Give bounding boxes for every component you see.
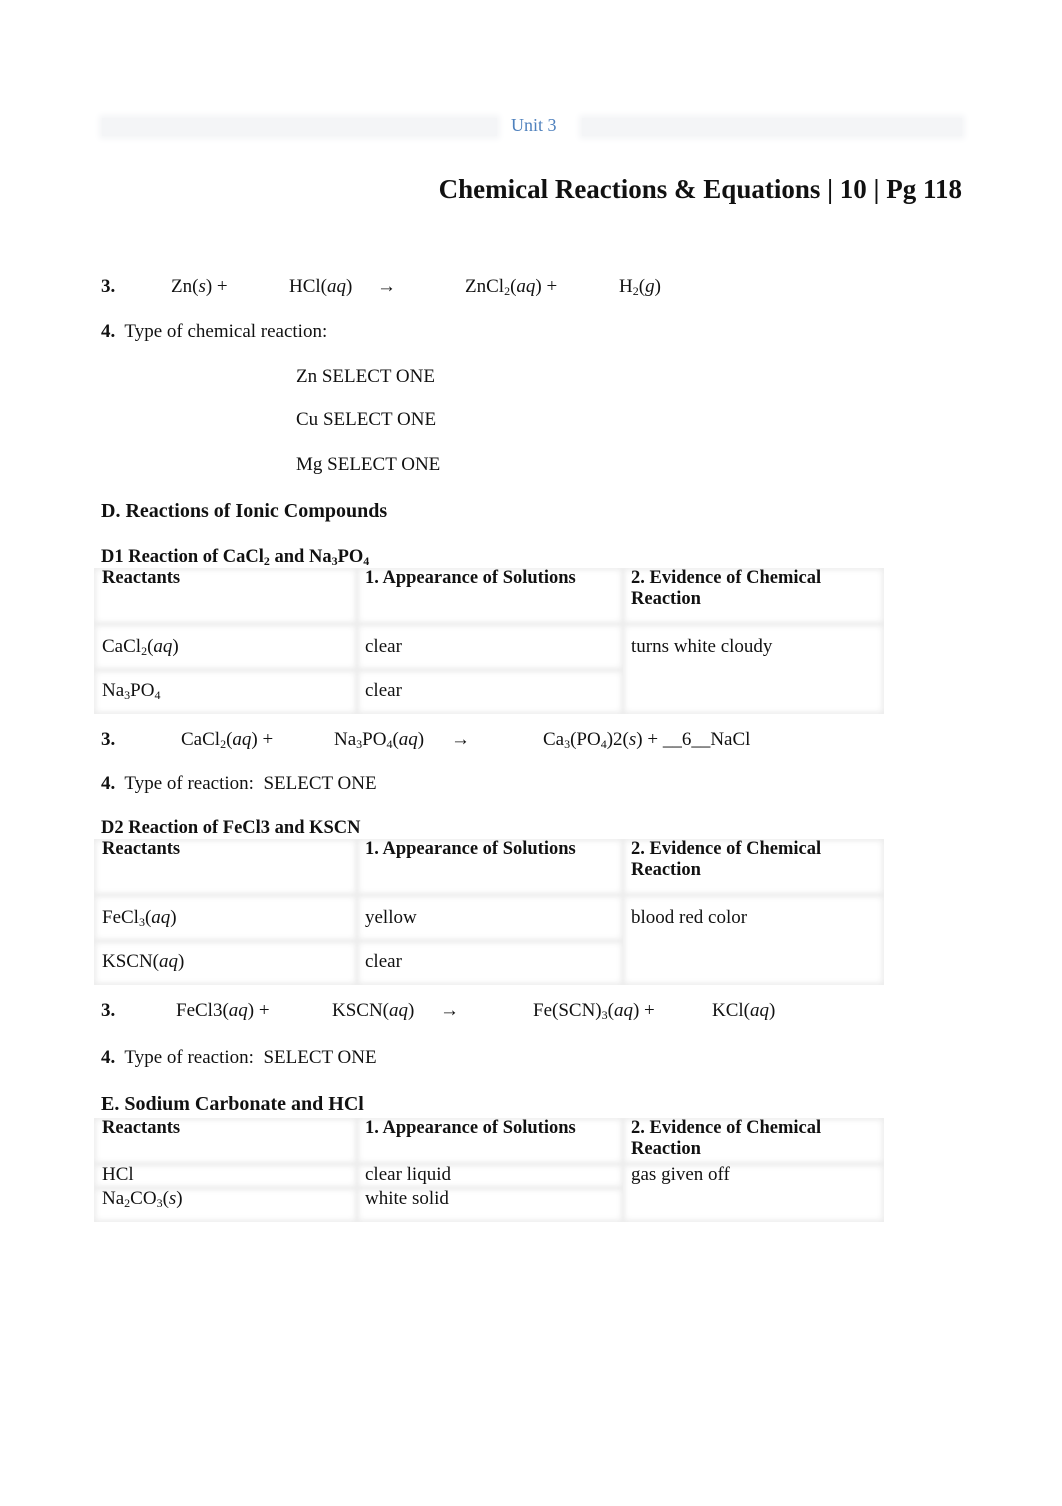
select-value[interactable]: SELECT ONE — [263, 773, 376, 794]
select-cu[interactable]: Cu SELECT ONE — [296, 409, 436, 431]
reactant-zn: Zn(s) + — [171, 276, 228, 297]
section-d-heading: D. Reactions of Ionic Compounds — [101, 500, 388, 522]
select-value[interactable]: SELECT ONE — [327, 454, 440, 475]
table-header-row: Reactants 1. Appearance of Solutions 2. … — [94, 839, 884, 895]
reactant-cell: HCl — [94, 1164, 357, 1188]
appearance-cell: clear — [357, 624, 623, 670]
appearance-cell: white solid — [357, 1188, 623, 1222]
evidence-cell: turns white cloudy — [623, 624, 884, 714]
reactant-na3po4: Na3PO4(aq) — [334, 729, 425, 751]
reactant-cell: CaCl2(aq) — [94, 624, 357, 670]
d2-title: D2 Reaction of FeCl3 and KSCN — [101, 818, 361, 838]
d1-title: D1 Reaction of CaCl2 and Na3PO4 — [101, 547, 370, 568]
col-evidence: 2. Evidence of Chemical Reaction — [623, 839, 884, 895]
header-rule-left — [102, 118, 497, 136]
table-row: HCl clear liquid gas given off — [94, 1164, 884, 1188]
col-reactants: Reactants — [94, 568, 357, 624]
reactant-cell: KSCN(aq) — [94, 941, 357, 985]
e-table: Reactants 1. Appearance of Solutions 2. … — [94, 1118, 884, 1222]
col-evidence: 2. Evidence of Chemical Reaction — [623, 568, 884, 624]
appearance-cell: clear — [357, 941, 623, 985]
reactant-cacl2: CaCl2(aq) + — [181, 729, 274, 751]
arrow-icon: → — [377, 276, 396, 297]
table-row: FeCl3(aq) yellow blood red color — [94, 895, 884, 941]
reactant-fecl3: FeCl3(aq) + — [176, 1000, 270, 1021]
d1-reaction-type: 4. Type of reaction: SELECT ONE — [101, 773, 377, 794]
products-ca3po4-nacl: Ca3(PO4)2(s) + __6__NaCl — [543, 729, 751, 751]
product-zncl2: ZnCl2(aq) + — [465, 276, 558, 298]
select-value[interactable]: SELECT ONE — [322, 366, 435, 387]
table-row: CaCl2(aq) clear turns white cloudy — [94, 624, 884, 670]
evidence-cell: blood red color — [623, 895, 884, 985]
reaction-type-question: 4. Type of chemical reaction: — [101, 321, 328, 342]
select-zn[interactable]: Zn SELECT ONE — [296, 366, 435, 388]
appearance-cell: clear — [357, 670, 623, 714]
question-number: 3. — [101, 276, 116, 297]
product-h2: H2(g) — [619, 276, 661, 298]
d2-table: Reactants 1. Appearance of Solutions 2. … — [94, 839, 884, 985]
table-header-row: Reactants 1. Appearance of Solutions 2. … — [94, 1118, 884, 1164]
reactant-cell: FeCl3(aq) — [94, 895, 357, 941]
page-title: Chemical Reactions & Equations | 10 | Pg… — [438, 174, 962, 204]
col-reactants: Reactants — [94, 1118, 357, 1164]
col-appearance: 1. Appearance of Solutions — [357, 568, 623, 624]
select-value[interactable]: SELECT ONE — [323, 409, 436, 430]
arrow-icon: → — [451, 729, 470, 750]
appearance-cell: yellow — [357, 895, 623, 941]
col-appearance: 1. Appearance of Solutions — [357, 839, 623, 895]
select-value[interactable]: SELECT ONE — [263, 1047, 376, 1068]
reactant-cell: Na3PO4 — [94, 670, 357, 714]
reactant-cell: Na2CO3(s) — [94, 1188, 357, 1222]
section-e-heading: E. Sodium Carbonate and HCl — [101, 1093, 364, 1115]
evidence-cell: gas given off — [623, 1164, 884, 1222]
table-header-row: Reactants 1. Appearance of Solutions 2. … — [94, 568, 884, 624]
arrow-icon: → — [440, 1000, 459, 1021]
unit-label: Unit 3 — [511, 115, 557, 135]
product-kcl: KCl(aq) — [712, 1000, 776, 1021]
d1-table: Reactants 1. Appearance of Solutions 2. … — [94, 568, 884, 714]
col-evidence: 2. Evidence of Chemical Reaction — [623, 1118, 884, 1164]
select-mg[interactable]: Mg SELECT ONE — [296, 454, 440, 476]
reactant-kscn: KSCN(aq) — [332, 1000, 415, 1021]
appearance-cell: clear liquid — [357, 1164, 623, 1188]
product-fe-scn-3: Fe(SCN)3(aq) + — [533, 1000, 655, 1022]
d2-reaction-type: 4. Type of reaction: SELECT ONE — [101, 1047, 377, 1068]
header-rule-right — [582, 118, 962, 136]
col-reactants: Reactants — [94, 839, 357, 895]
reactant-hcl: HCl(aq) — [289, 276, 353, 297]
col-appearance: 1. Appearance of Solutions — [357, 1118, 623, 1164]
